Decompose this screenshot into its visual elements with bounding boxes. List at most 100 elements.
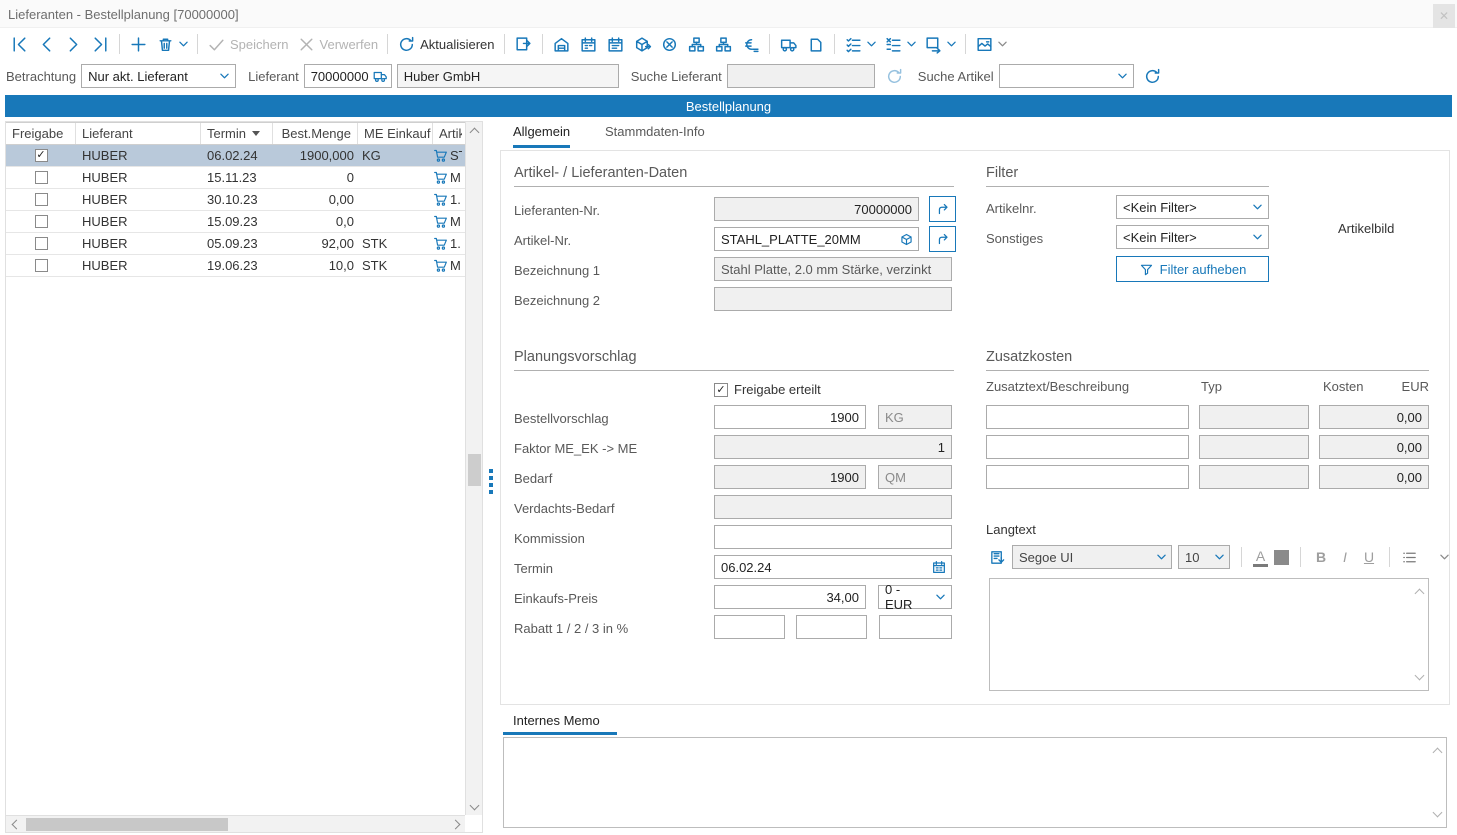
rabatt1-input[interactable] bbox=[714, 615, 785, 639]
col-header-artikel[interactable]: Artik bbox=[433, 123, 462, 144]
col-header-bestmenge[interactable]: Best.Menge bbox=[273, 123, 358, 144]
col-header-me-einkauf[interactable]: ME Einkauf bbox=[358, 123, 433, 144]
price-euro-button[interactable] bbox=[737, 32, 764, 57]
bold-button[interactable]: B bbox=[1312, 549, 1330, 565]
freigabe-checkbox[interactable] bbox=[35, 259, 48, 272]
tab-stammdaten-info[interactable]: Stammdaten-Info bbox=[605, 124, 705, 145]
table-row[interactable]: HUBER 30.10.23 0,00 1. bbox=[6, 189, 465, 211]
nav-next-button[interactable] bbox=[60, 32, 87, 57]
discard-button[interactable]: Verwerfen bbox=[293, 32, 383, 57]
suche-lieferant-input[interactable] bbox=[727, 64, 875, 88]
betrachtung-select[interactable]: Nur akt. Lieferant bbox=[81, 64, 236, 88]
scroll-up-arrow[interactable] bbox=[1415, 589, 1425, 599]
freigabe-checkbox[interactable] bbox=[35, 237, 48, 250]
panel-splitter[interactable] bbox=[483, 121, 500, 833]
calendar-month-button[interactable] bbox=[602, 32, 629, 57]
tab-internes-memo[interactable]: Internes Memo bbox=[513, 713, 600, 728]
freigabe-checkbox[interactable] bbox=[35, 171, 48, 184]
structure-alt-button[interactable] bbox=[710, 32, 737, 57]
scroll-down-arrow[interactable] bbox=[1433, 808, 1443, 818]
rabatt2-input[interactable] bbox=[796, 615, 867, 639]
zusatztext-input[interactable] bbox=[986, 435, 1189, 459]
refresh-button[interactable]: Aktualisieren bbox=[393, 32, 498, 57]
freigabe-erteilt-checkbox[interactable]: ✓ Freigabe erteilt bbox=[714, 382, 821, 397]
scrollbar-thumb[interactable] bbox=[26, 818, 228, 831]
artikel-nr-input[interactable]: STAHL_PLATTE_20MM bbox=[714, 227, 919, 251]
highlight-color-icon[interactable] bbox=[1274, 550, 1289, 565]
cube-icon[interactable] bbox=[899, 232, 914, 247]
scroll-up-arrow[interactable] bbox=[1433, 748, 1443, 758]
font-color-icon[interactable]: A bbox=[1253, 548, 1268, 567]
waehrung-select[interactable]: 0 - EUR bbox=[878, 585, 952, 609]
filter-aufheben-button[interactable]: Filter aufheben bbox=[1116, 256, 1269, 282]
kommission-input[interactable] bbox=[714, 525, 952, 549]
export-window-button[interactable] bbox=[920, 32, 960, 57]
table-row[interactable]: HUBER 19.06.23 10,0 STK M bbox=[6, 255, 465, 277]
recalculate-button[interactable] bbox=[656, 32, 683, 57]
scroll-down-arrow[interactable] bbox=[1415, 671, 1425, 681]
scroll-down-arrow[interactable] bbox=[466, 798, 483, 815]
suche-artikel-select[interactable] bbox=[999, 64, 1134, 88]
copy-window-button[interactable] bbox=[510, 32, 537, 57]
textmodule-icon[interactable] bbox=[989, 549, 1006, 566]
langtext-textarea[interactable] bbox=[989, 578, 1429, 691]
termin-date-input[interactable]: 06.02.24 bbox=[714, 555, 952, 579]
table-vertical-scrollbar[interactable] bbox=[465, 122, 482, 815]
lieferant-number-input[interactable]: 70000000 bbox=[304, 64, 392, 88]
rabatt3-input[interactable] bbox=[879, 615, 952, 639]
filter-sonstiges-select[interactable]: <Kein Filter> bbox=[1116, 225, 1269, 249]
chevron-down-icon[interactable] bbox=[1440, 554, 1449, 560]
refresh-icon[interactable] bbox=[1143, 67, 1162, 86]
delete-button[interactable] bbox=[152, 32, 192, 57]
checkbox-icon[interactable]: ✓ bbox=[714, 383, 728, 397]
einkaufs-preis-input[interactable]: 34,00 bbox=[714, 585, 866, 609]
filter-artikelnr-select[interactable]: <Kein Filter> bbox=[1116, 195, 1269, 219]
scroll-right-arrow[interactable] bbox=[448, 816, 465, 833]
internes-memo-textarea[interactable] bbox=[503, 737, 1447, 828]
nav-first-button[interactable] bbox=[6, 32, 33, 57]
table-row[interactable]: ✓ HUBER 06.02.24 1900,000 KG ST bbox=[6, 145, 465, 167]
col-header-lieferant[interactable]: Lieferant bbox=[76, 123, 201, 144]
close-button[interactable]: ✕ bbox=[1433, 4, 1455, 28]
bestellvorschlag-input[interactable]: 1900 bbox=[714, 405, 866, 429]
table-row[interactable]: HUBER 15.09.23 0,0 M bbox=[6, 211, 465, 233]
col-header-freigabe[interactable]: Freigabe bbox=[6, 123, 76, 144]
report-print-button[interactable] bbox=[971, 32, 1011, 57]
disabled-doc-button[interactable] bbox=[802, 32, 829, 57]
scroll-left-arrow[interactable] bbox=[6, 816, 23, 833]
zusatztext-input[interactable] bbox=[986, 405, 1189, 429]
table-horizontal-scrollbar[interactable] bbox=[6, 815, 465, 832]
jump-to-artikel-button[interactable] bbox=[929, 226, 956, 252]
warehouse-button[interactable] bbox=[548, 32, 575, 57]
calendar-week-button[interactable] bbox=[575, 32, 602, 57]
zusatztext-input[interactable] bbox=[986, 465, 1189, 489]
font-family-select[interactable]: Segoe UI bbox=[1012, 545, 1172, 569]
uncheck-list-button[interactable] bbox=[880, 32, 920, 57]
table-row[interactable]: HUBER 05.09.23 92,00 STK 1. bbox=[6, 233, 465, 255]
euro-list-icon bbox=[741, 35, 760, 54]
toolbar-separator bbox=[542, 34, 543, 54]
article-cube-button[interactable] bbox=[629, 32, 656, 57]
add-button[interactable] bbox=[125, 32, 152, 57]
freigabe-checkbox[interactable] bbox=[35, 193, 48, 206]
nav-last-button[interactable] bbox=[87, 32, 114, 57]
structure-button[interactable] bbox=[683, 32, 710, 57]
tab-allgemein[interactable]: Allgemein bbox=[513, 124, 570, 148]
col-header-termin[interactable]: Termin bbox=[201, 123, 273, 144]
calendar-icon[interactable] bbox=[931, 559, 947, 575]
font-size-select[interactable]: 10 bbox=[1178, 545, 1230, 569]
freigabe-checkbox[interactable]: ✓ bbox=[35, 149, 48, 162]
bullet-list-icon[interactable] bbox=[1401, 549, 1418, 566]
jump-to-lieferant-button[interactable] bbox=[929, 196, 956, 222]
table-row[interactable]: HUBER 15.11.23 0 M bbox=[6, 167, 465, 189]
save-button[interactable]: Speichern bbox=[203, 32, 293, 57]
nav-previous-button[interactable] bbox=[33, 32, 60, 57]
scrollbar-thumb[interactable] bbox=[468, 454, 481, 486]
refresh-icon[interactable] bbox=[885, 67, 904, 86]
scroll-up-arrow[interactable] bbox=[466, 122, 483, 139]
italic-button[interactable]: I bbox=[1336, 549, 1354, 565]
freigabe-checkbox[interactable] bbox=[35, 215, 48, 228]
checklist-button[interactable] bbox=[840, 32, 880, 57]
underline-button[interactable]: U bbox=[1360, 549, 1378, 565]
truck-order-button[interactable] bbox=[775, 32, 802, 57]
